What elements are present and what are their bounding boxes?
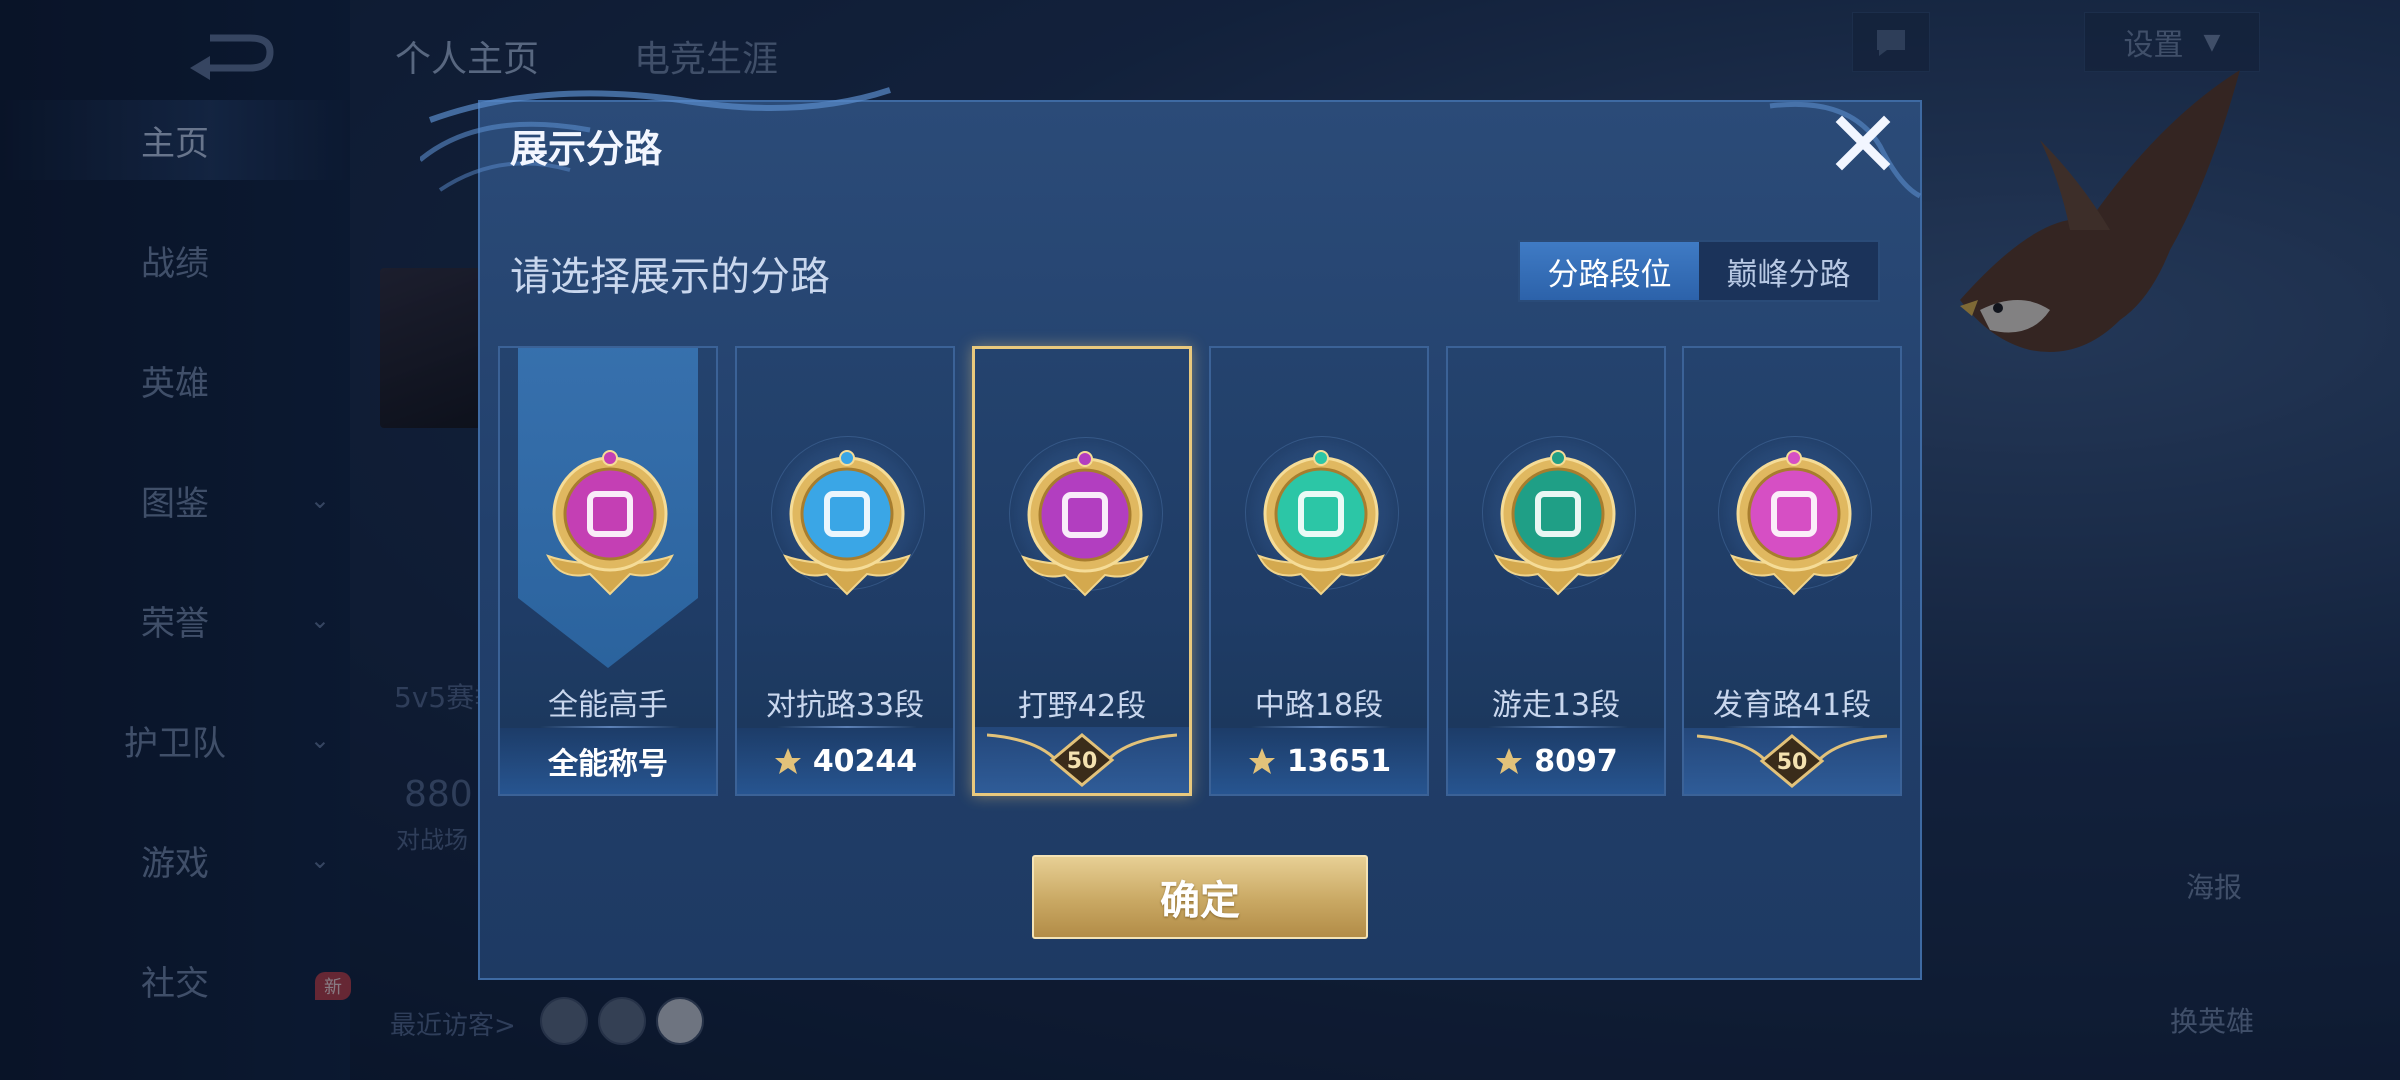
lane-card[interactable]: 全能高手 全能称号 [498, 346, 718, 796]
confirm-button[interactable]: 确定 [1032, 855, 1368, 939]
level-value: 50 [1067, 749, 1098, 774]
lane-rank-label: 发育路41段 [1712, 688, 1872, 723]
title-label: 全能称号 [548, 747, 668, 782]
peak-points-value: 8097 [1534, 743, 1618, 779]
dialog-title: 展示分路 [510, 127, 663, 171]
lane-badge-icon [783, 450, 911, 596]
lane-card[interactable]: 对抗路33段 40244 [735, 346, 955, 796]
lane-card[interactable]: 发育路41段 50 [1682, 346, 1902, 796]
lane-badge-icon [1257, 450, 1385, 596]
lane-rank-label: 游走13段 [1491, 688, 1621, 723]
lane-card-footer: 50 [1684, 728, 1900, 794]
level-emblem-icon: 50 [987, 733, 1177, 787]
lane-badge-icon [1494, 450, 1622, 596]
lane-rank-label: 对抗路33段 [765, 688, 925, 723]
lane-mode-toggle: 分路段位 巅峰分路 [1518, 240, 1880, 302]
lane-rank-label: 打野42段 [1017, 689, 1147, 724]
peak-points-icon [774, 748, 801, 774]
lane-card-footer: 8097 [1448, 728, 1664, 794]
lane-card[interactable]: 游走13段 8097 [1446, 346, 1666, 796]
peak-points-value: 13651 [1286, 743, 1392, 779]
close-icon[interactable] [1830, 110, 1896, 176]
level-value: 50 [1777, 750, 1808, 775]
tab-lane-rank[interactable]: 分路段位 [1520, 242, 1699, 300]
lane-card[interactable]: 打野42段 50 [972, 346, 1192, 796]
lane-rank-label: 全能高手 [548, 688, 668, 723]
peak-points-icon [1248, 748, 1275, 774]
lane-card-footer: 13651 [1211, 728, 1427, 794]
lane-card-footer: 全能称号 [500, 728, 716, 794]
lane-rank-label: 中路18段 [1254, 688, 1384, 723]
tab-peak-lane[interactable]: 巅峰分路 [1699, 242, 1878, 300]
lane-badge-icon [546, 450, 674, 596]
lane-badge-icon [1021, 451, 1149, 597]
lane-card-footer: 50 [975, 727, 1189, 793]
peak-points-icon [1496, 748, 1523, 774]
lane-card-footer: 40244 [737, 728, 953, 794]
level-emblem-icon: 50 [1697, 734, 1887, 788]
select-lane-prompt: 请选择展示的分路 [510, 254, 830, 300]
lane-card[interactable]: 中路18段 13651 [1209, 346, 1429, 796]
peak-points-value: 40244 [812, 743, 918, 779]
lane-badge-icon [1730, 450, 1858, 596]
